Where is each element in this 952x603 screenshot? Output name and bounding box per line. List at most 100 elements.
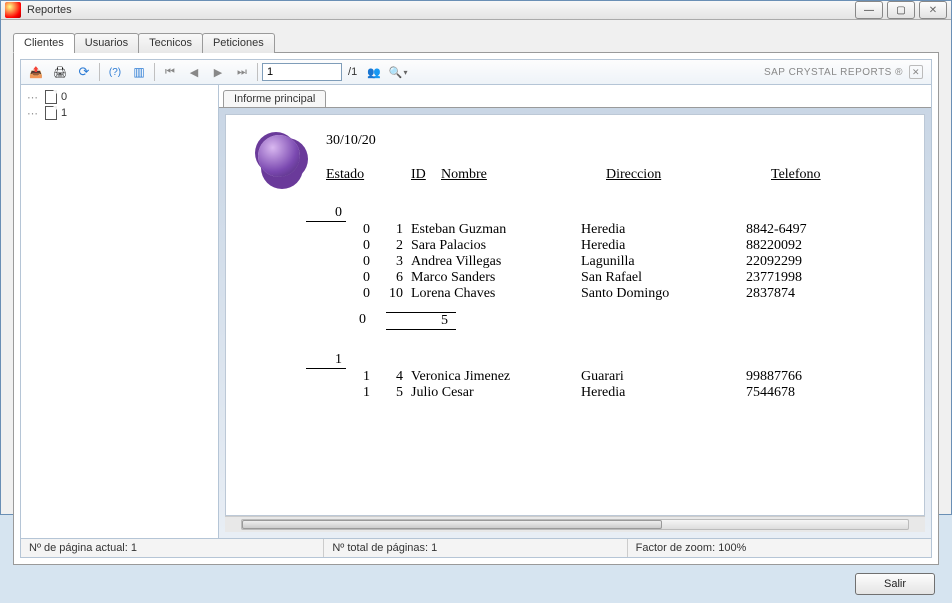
- header-direccion: Direccion: [606, 167, 771, 183]
- help-icon: [109, 66, 121, 78]
- crystal-toolbar: /1 SAP CRYSTAL REPORTS ® ✕: [20, 59, 932, 85]
- tree-connector-icon: ⋯: [27, 91, 41, 104]
- tree-icon: [133, 65, 144, 79]
- tab-peticiones[interactable]: Peticiones: [202, 33, 275, 53]
- cell-direccion: Heredia: [581, 238, 746, 254]
- tree-label: 1: [61, 107, 67, 119]
- params-button[interactable]: [104, 62, 126, 82]
- footer: Salir: [13, 565, 939, 595]
- header-id: ID: [411, 167, 441, 183]
- table-row: 14Veronica JimenezGuarari99887766: [346, 369, 925, 385]
- cell-estado: 0: [346, 222, 376, 238]
- subtotal-count: 5: [386, 312, 456, 330]
- status-bar: Nº de página actual: 1 Nº total de págin…: [20, 539, 932, 558]
- next-page-button[interactable]: [207, 62, 229, 82]
- cell-nombre: Veronica Jimenez: [411, 369, 581, 385]
- tab-clientes[interactable]: Clientes: [13, 33, 75, 53]
- first-icon: [165, 66, 175, 79]
- cell-telefono: 99887766: [746, 369, 866, 385]
- cell-telefono: 23771998: [746, 270, 866, 286]
- cell-id: 1: [376, 222, 411, 238]
- tab-panel: /1 SAP CRYSTAL REPORTS ® ✕ ⋯ 0: [13, 52, 939, 565]
- last-icon: [237, 66, 247, 79]
- cell-id: 2: [376, 238, 411, 254]
- cell-telefono: 22092299: [746, 254, 866, 270]
- cell-telefono: 8842-6497: [746, 222, 866, 238]
- tab-usuarios[interactable]: Usuarios: [74, 33, 139, 53]
- cell-nombre: Marco Sanders: [411, 270, 581, 286]
- group-header: 0: [306, 205, 346, 222]
- report-column-headers: Estado ID Nombre Direccion Telefono: [326, 167, 925, 183]
- brand-label: SAP CRYSTAL REPORTS ® ✕: [764, 65, 923, 79]
- cell-estado: 1: [346, 369, 376, 385]
- window-title: Reportes: [27, 4, 855, 16]
- cell-id: 5: [376, 385, 411, 401]
- table-row: 01Esteban GuzmanHeredia8842-6497: [346, 222, 925, 238]
- cell-direccion: Heredia: [581, 222, 746, 238]
- cell-telefono: 88220092: [746, 238, 866, 254]
- titlebar: Reportes — ▢ ✕: [1, 1, 951, 20]
- report-viewport[interactable]: 30/10/20 Estado ID Nombre Direccion Tele…: [225, 114, 925, 516]
- refresh-button[interactable]: [73, 62, 95, 82]
- subtab-informe-principal[interactable]: Informe principal: [223, 90, 326, 107]
- cell-nombre: Lorena Chaves: [411, 286, 581, 302]
- group-tree[interactable]: ⋯ 0 ⋯ 1: [21, 85, 219, 538]
- cell-estado: 0: [346, 238, 376, 254]
- cell-estado: 1: [346, 385, 376, 401]
- cell-nombre: Andrea Villegas: [411, 254, 581, 270]
- status-total-pages: Nº total de páginas: 1: [324, 539, 627, 557]
- group-header: 1: [306, 352, 346, 369]
- status-current-page: Nº de página actual: 1: [21, 539, 324, 557]
- panel-close-button[interactable]: ✕: [909, 65, 923, 79]
- logo-icon: [258, 135, 300, 177]
- close-button[interactable]: ✕: [919, 1, 947, 19]
- zoom-button[interactable]: [387, 62, 409, 82]
- report-date: 30/10/20: [326, 133, 925, 149]
- cell-id: 10: [376, 286, 411, 302]
- cell-direccion: Guarari: [581, 369, 746, 385]
- page-total-label: /1: [348, 66, 357, 78]
- cell-direccion: Santo Domingo: [581, 286, 746, 302]
- tree-item-1[interactable]: ⋯ 1: [25, 105, 214, 121]
- status-zoom: Factor de zoom: 100%: [628, 539, 931, 557]
- cell-direccion: Lagunilla: [581, 254, 746, 270]
- binoculars-icon: [367, 66, 381, 79]
- prev-page-button[interactable]: [183, 62, 205, 82]
- export-button[interactable]: [25, 62, 47, 82]
- toolbar-separator: [257, 63, 258, 81]
- cell-telefono: 7544678: [746, 385, 866, 401]
- cell-nombre: Sara Palacios: [411, 238, 581, 254]
- table-row: 06Marco SandersSan Rafael23771998: [346, 270, 925, 286]
- toggle-tree-button[interactable]: [128, 62, 150, 82]
- cell-id: 4: [376, 369, 411, 385]
- page-number-input[interactable]: [262, 63, 342, 81]
- first-page-button[interactable]: [159, 62, 181, 82]
- table-row: 010Lorena ChavesSanto Domingo2837874: [346, 286, 925, 302]
- print-button[interactable]: [49, 62, 71, 82]
- horizontal-scrollbar[interactable]: [225, 516, 925, 532]
- find-button[interactable]: [363, 62, 385, 82]
- tree-label: 0: [61, 91, 67, 103]
- cell-estado: 0: [346, 286, 376, 302]
- tab-tecnicos[interactable]: Tecnicos: [138, 33, 203, 53]
- cell-nombre: Esteban Guzman: [411, 222, 581, 238]
- crystal-body: ⋯ 0 ⋯ 1 Informe principal: [20, 85, 932, 539]
- header-estado: Estado: [326, 167, 411, 183]
- tree-item-0[interactable]: ⋯ 0: [25, 89, 214, 105]
- last-page-button[interactable]: [231, 62, 253, 82]
- exit-button[interactable]: Salir: [855, 573, 935, 595]
- maximize-button[interactable]: ▢: [887, 1, 915, 19]
- app-icon: [5, 2, 21, 18]
- group-subtotal: 05: [326, 312, 925, 330]
- minimize-button[interactable]: —: [855, 1, 883, 19]
- print-icon: [53, 66, 67, 79]
- header-nombre: Nombre: [441, 167, 606, 183]
- cell-estado: 0: [346, 254, 376, 270]
- zoom-icon: [389, 66, 403, 79]
- header-telefono: Telefono: [771, 167, 891, 183]
- report-page: 30/10/20 Estado ID Nombre Direccion Tele…: [226, 115, 925, 515]
- page-icon: [45, 106, 57, 120]
- table-row: 02Sara PalaciosHeredia88220092: [346, 238, 925, 254]
- cell-telefono: 2837874: [746, 286, 866, 302]
- page-icon: [45, 90, 57, 104]
